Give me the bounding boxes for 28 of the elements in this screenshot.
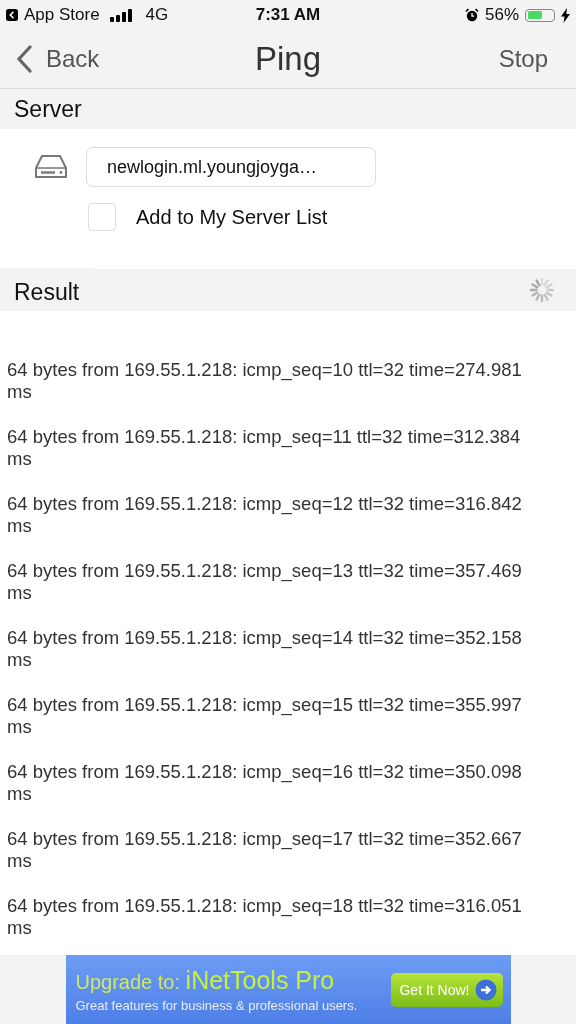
host-input-field[interactable]: newlogin.ml.youngjoyga…: [86, 147, 376, 187]
signal-icon: [109, 8, 134, 22]
network-label: 4G: [145, 5, 169, 25]
drive-icon: [34, 154, 68, 180]
ping-result-line: 64 bytes from 169.55.1.218: icmp_seq=12 ttl=32 time=316.842 ms: [7, 493, 523, 537]
chevron-left-icon[interactable]: [16, 45, 32, 73]
banner-tagline: Great features for business & professional users.: [75, 998, 358, 1013]
back-to-app-icon[interactable]: [6, 9, 18, 21]
ping-result-line: 64 bytes from 169.55.1.218: icmp_seq=11 ttl=32 time=312.384 ms: [7, 426, 522, 470]
ping-result-line: 64 bytes from 169.55.1.218: icmp_seq=13 ttl=32 time=357.469 ms: [7, 560, 523, 604]
ping-result-line: 64 bytes from 169.55.1.218: icmp_seq=18 ttl=32 time=316.051 ms: [7, 895, 523, 939]
battery-percent: 56%: [484, 5, 519, 25]
ping-result-line: 64 bytes from 169.55.1.218: icmp_seq=15 ttl=32 time=355.997 ms: [7, 694, 523, 738]
ping-result-line: 64 bytes from 169.55.1.218: icmp_seq=14 ttl=32 time=352.158 ms: [7, 627, 523, 671]
clock-time: 7:31 AM: [255, 5, 321, 25]
ping-result-line: 64 bytes from 169.55.1.218: icmp_seq=16 ttl=32 time=350.098 ms: [7, 761, 523, 805]
checkbox[interactable]: [88, 203, 116, 231]
battery-icon: [525, 8, 555, 22]
screen-title: Ping: [254, 40, 322, 78]
alarm-clock-icon: [464, 8, 479, 22]
stop-button[interactable]: Stop: [498, 45, 562, 73]
banner-headline: Upgrade to: iNetTools Pro: [75, 966, 336, 995]
charging-bolt-icon: [561, 7, 570, 23]
back-app-label[interactable]: App Store: [24, 5, 100, 25]
ping-result-line: 64 bytes from 169.55.1.218: icmp_seq=17 ttl=32 time=352.667 ms: [7, 828, 523, 872]
back-button[interactable]: Back: [16, 45, 100, 73]
checkbox-label[interactable]: Add to My Server List: [136, 205, 328, 229]
ping-result-line: 64 bytes from 169.55.1.218: icmp_seq=10 ttl=32 time=274.981 ms: [7, 359, 523, 403]
